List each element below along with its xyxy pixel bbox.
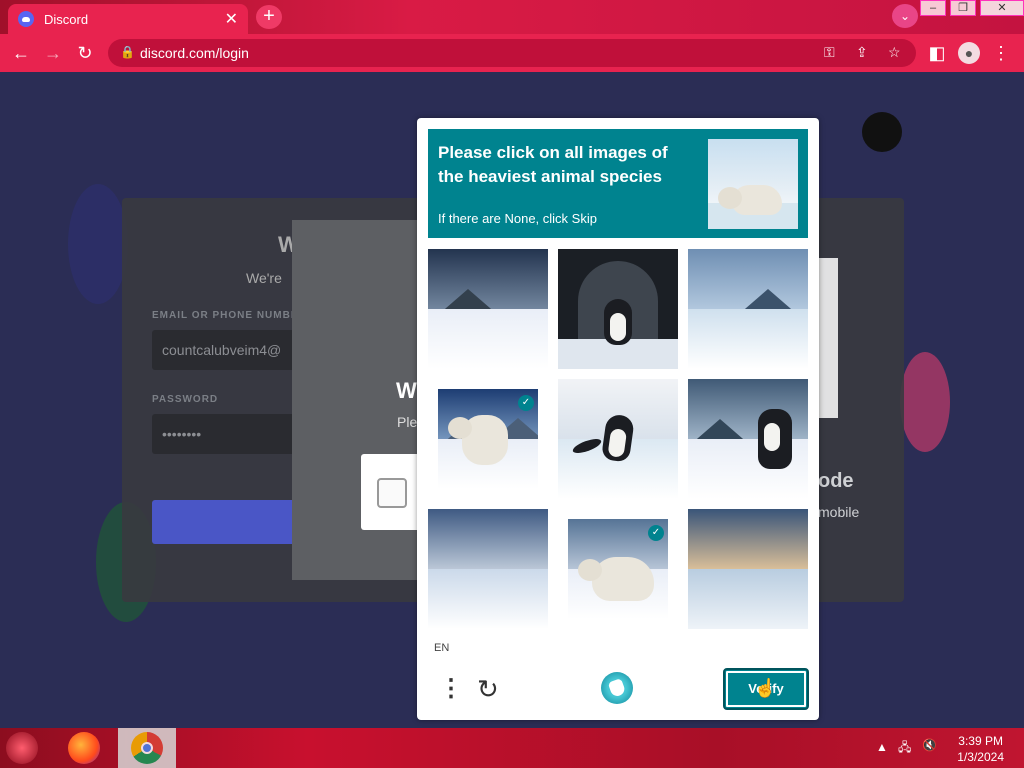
window-controls: – ❐ ✕ xyxy=(916,0,1024,18)
network-icon[interactable]: 🖧 xyxy=(898,738,911,759)
lock-icon[interactable]: 🔒 xyxy=(120,45,135,59)
prompt-example-image xyxy=(708,139,798,229)
tab-close-icon[interactable]: ✕ xyxy=(225,9,238,29)
login-button[interactable] xyxy=(152,500,302,544)
welcome-sub: We're xyxy=(246,270,282,286)
browser-toolbar: ← → ↻ 🔒 discord.com/login ⚿ ⇪ ☆ ◧ ● ⋮ xyxy=(0,34,1024,72)
refresh-icon[interactable]: ↻ xyxy=(477,674,499,705)
new-tab-button[interactable]: + xyxy=(256,5,282,29)
selected-check-icon: ✓ xyxy=(648,525,664,541)
decor-bird xyxy=(862,112,902,152)
sidebar-icon[interactable]: ◧ xyxy=(926,42,948,64)
hcaptcha-logo-icon xyxy=(601,672,633,704)
password-field[interactable]: •••••••• xyxy=(152,414,302,454)
tab-strip: Discord ✕ + ⌄ – ❐ ✕ xyxy=(0,0,1024,34)
challenge-tile-2[interactable] xyxy=(558,249,678,369)
challenge-prompt: Please click on all images of the heavie… xyxy=(428,129,808,238)
challenge-tile-9[interactable] xyxy=(688,509,808,629)
decor-penguin xyxy=(68,184,128,304)
tab-search-button[interactable]: ⌄ xyxy=(892,4,918,28)
back-icon[interactable]: ← xyxy=(10,42,32,64)
window-close-button[interactable]: ✕ xyxy=(980,0,1024,16)
discord-icon xyxy=(18,11,34,27)
key-icon[interactable]: ⚿ xyxy=(824,44,835,61)
language-selector[interactable]: EN xyxy=(434,642,449,654)
captcha-checkbox-widget xyxy=(361,454,421,530)
modal-sub: Ple xyxy=(397,414,418,430)
clock-date: 1/3/2024 xyxy=(957,750,1004,764)
menu-kebab-icon[interactable]: ⋮ xyxy=(990,42,1012,64)
selected-check-icon: ✓ xyxy=(518,395,534,411)
password-label: PASSWORD xyxy=(152,394,219,405)
tab-discord[interactable]: Discord ✕ xyxy=(8,4,248,34)
restore-button[interactable]: ❐ xyxy=(950,0,976,16)
qr-sub: mobile xyxy=(818,504,860,520)
challenge-tile-3[interactable] xyxy=(688,249,808,369)
firefox-icon[interactable] xyxy=(68,732,100,764)
url-text[interactable]: discord.com/login xyxy=(140,45,249,61)
chrome-taskbar-item[interactable] xyxy=(118,728,176,768)
clock[interactable]: 3:39 PM 1/3/2024 xyxy=(957,733,1004,765)
share-icon[interactable]: ⇪ xyxy=(856,44,868,61)
challenge-tile-1[interactable] xyxy=(428,249,548,369)
taskbar: ▲ 🖧 🔇 3:39 PM 1/3/2024 xyxy=(0,728,1024,768)
forward-icon[interactable]: → xyxy=(42,42,64,64)
challenge-tile-4[interactable]: ✓ xyxy=(438,389,538,489)
email-field[interactable]: countcalubveim4@ xyxy=(152,330,302,370)
profile-avatar[interactable]: ● xyxy=(958,42,980,64)
decor-flower xyxy=(900,352,950,452)
modal-heading: W xyxy=(396,378,417,403)
reload-icon[interactable]: ↻ xyxy=(74,42,96,64)
captcha-checkbox[interactable] xyxy=(377,478,407,508)
clock-time: 3:39 PM xyxy=(958,734,1003,748)
email-label: EMAIL OR PHONE NUMBER xyxy=(152,310,307,321)
cursor-hand-icon: ☝ xyxy=(754,678,777,698)
challenge-tile-5[interactable] xyxy=(558,379,678,499)
qr-heading: ode xyxy=(818,470,854,492)
tray-overflow-icon[interactable]: ▲ xyxy=(876,740,888,754)
menu-dots-icon[interactable]: ⋮ xyxy=(439,674,463,703)
challenge-tile-6[interactable] xyxy=(688,379,808,499)
address-bar[interactable]: 🔒 discord.com/login ⚿ ⇪ ☆ xyxy=(108,39,916,67)
tab-title: Discord xyxy=(44,11,89,27)
challenge-tile-7[interactable] xyxy=(428,509,548,629)
challenge-tile-8[interactable]: ✓ xyxy=(568,519,668,619)
hcaptcha-challenge: Please click on all images of the heavie… xyxy=(417,118,819,720)
start-ornament-icon[interactable] xyxy=(6,732,38,764)
bookmark-star-icon[interactable]: ☆ xyxy=(888,44,901,61)
prompt-subtitle: If there are None, click Skip xyxy=(438,211,597,226)
prompt-title: Please click on all images of the heavie… xyxy=(438,143,668,186)
minimize-button[interactable]: – xyxy=(920,0,946,16)
volume-muted-icon[interactable]: 🔇 xyxy=(922,738,937,752)
